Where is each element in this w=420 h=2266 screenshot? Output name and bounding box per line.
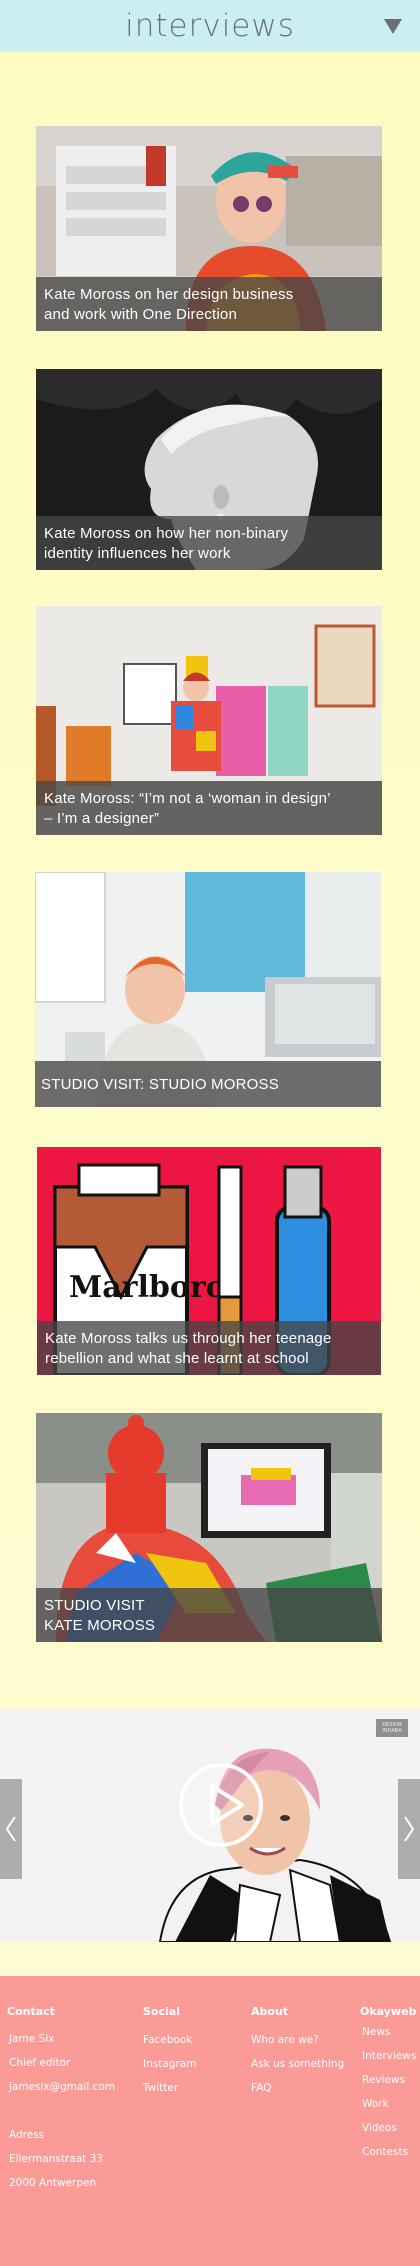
social-link-twitter[interactable]: Twitter — [143, 2082, 178, 2094]
footer-heading-contact: Contact — [7, 2005, 55, 2018]
article-card-5[interactable]: Marlboro Kate Moross talks us through he… — [37, 1147, 381, 1375]
article-title-5-line-2: rebellion and what she learnt at school — [45, 1350, 309, 1367]
site-header: interviews — [0, 0, 420, 52]
address-street: Ellermanstraat 33 — [9, 2153, 103, 2165]
okayweb-link-work[interactable]: Work — [362, 2098, 389, 2110]
article-title-6-line-2: KATE MOROSS — [44, 1617, 156, 1634]
social-link-facebook[interactable]: Facebook — [143, 2034, 192, 2046]
contact-name: Jame Six — [9, 2033, 55, 2045]
article-card-6[interactable]: STUDIO VISIT KATE MOROSS — [36, 1413, 382, 1642]
article-title-1-line-2: and work with One Direction — [44, 306, 237, 323]
article-card-3[interactable]: Kate Moross: “I’m not a ‘woman in design… — [36, 606, 382, 835]
page-title: interviews — [125, 8, 295, 44]
chevron-right-icon[interactable] — [398, 1779, 420, 1879]
about-link-faq[interactable]: FAQ — [251, 2082, 271, 2094]
about-link-ask[interactable]: Ask us something — [251, 2058, 344, 2070]
article-title-5[interactable]: Kate Moross talks us through her teenage… — [37, 1321, 381, 1375]
triangle-down-icon[interactable] — [382, 15, 404, 37]
okayweb-link-news[interactable]: News — [362, 2026, 390, 2038]
article-title-4[interactable]: STUDIO VISIT: STUDIO MOROSS — [35, 1061, 381, 1107]
article-title-1-line-1: Kate Moross on her design business — [44, 286, 294, 303]
contact-email-link[interactable]: jamesix@gmail.com — [9, 2081, 115, 2093]
address-city: 2000 Antwerpen — [9, 2177, 97, 2189]
play-icon[interactable] — [178, 1762, 264, 1848]
article-title-6[interactable]: STUDIO VISIT KATE MOROSS — [36, 1588, 382, 1642]
social-link-instagram[interactable]: Instagram — [143, 2058, 196, 2070]
article-title-2[interactable]: Kate Moross on how her non-binary identi… — [36, 516, 382, 570]
footer-heading-okayweb: Okayweb — [360, 2005, 417, 2018]
about-link-who[interactable]: Who are we? — [251, 2034, 319, 2046]
footer-heading-social: Social — [143, 2005, 180, 2018]
okayweb-link-interviews[interactable]: Interviews — [362, 2050, 416, 2062]
article-title-4-line-1: STUDIO VISIT: STUDIO MOROSS — [41, 1076, 279, 1093]
article-title-2-line-2: identity influences her work — [44, 545, 231, 562]
contact-role: Chief editor — [9, 2057, 71, 2069]
okayweb-link-reviews[interactable]: Reviews — [362, 2074, 405, 2086]
article-title-6-line-1: STUDIO VISIT — [44, 1597, 145, 1614]
chevron-left-icon[interactable] — [0, 1779, 22, 1879]
okayweb-link-contests[interactable]: Contests — [362, 2146, 408, 2158]
footer-heading-about: About — [251, 2005, 289, 2018]
site-footer: Contact Jame Six Chief editor jamesix@gm… — [0, 1976, 420, 2266]
article-card-1[interactable]: Kate Moross on her design business and w… — [36, 126, 382, 331]
okayweb-link-videos[interactable]: Videos — [362, 2122, 397, 2134]
article-title-3-line-1: Kate Moross: “I’m not a ‘woman in design… — [44, 790, 331, 807]
video-slider[interactable]: DESIGN INDABA — [0, 1710, 420, 1942]
address-label: Adress — [9, 2129, 45, 2141]
article-card-2[interactable]: Kate Moross on how her non-binary identi… — [36, 369, 382, 570]
article-title-1[interactable]: Kate Moross on her design business and w… — [36, 277, 382, 331]
article-title-2-line-1: Kate Moross on how her non-binary — [44, 525, 289, 542]
article-card-4[interactable]: STUDIO VISIT: STUDIO MOROSS — [35, 872, 381, 1107]
article-title-3-line-2: – I’m a designer” — [44, 810, 160, 827]
video-badge: DESIGN INDABA — [376, 1719, 408, 1737]
svg-text:Marlboro: Marlboro — [69, 1270, 226, 1305]
article-title-3[interactable]: Kate Moross: “I’m not a ‘woman in design… — [36, 781, 382, 835]
article-title-5-line-1: Kate Moross talks us through her teenage — [45, 1330, 332, 1347]
